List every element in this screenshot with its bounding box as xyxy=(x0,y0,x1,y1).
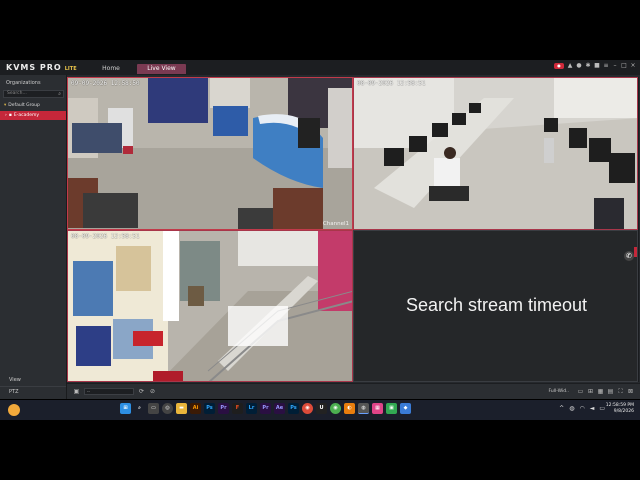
photoshop-icon[interactable]: Ps xyxy=(204,403,215,414)
taskbar-apps: ⊞ ⌕ ▭ ◎ ▬ Ai Ps Pr F Lr Pr Ae Ps ◉ U ◉ ◐… xyxy=(120,403,411,414)
tree-group-default[interactable]: ▾ Default Group xyxy=(4,101,40,109)
maximize-icon[interactable]: □ xyxy=(621,63,627,69)
chrome-2-icon[interactable]: ◉ xyxy=(302,403,313,414)
tab-home[interactable]: Home xyxy=(95,64,127,74)
user-icon[interactable]: ● xyxy=(576,63,582,69)
alarm-badge-icon[interactable]: ● xyxy=(554,63,564,69)
refresh-icon[interactable]: ⟳ xyxy=(138,388,145,395)
logo-main: KVMS PRO xyxy=(6,63,62,72)
figma-icon[interactable]: F xyxy=(232,403,243,414)
expand-arrow-icon: › xyxy=(5,113,7,118)
search-placeholder: Search... xyxy=(7,91,27,96)
kvms-icon[interactable]: ◍ xyxy=(358,403,369,414)
app-logo: KVMS PRO LITE xyxy=(6,63,77,73)
sidebar-divider xyxy=(0,386,66,387)
stream-type-select[interactable]: Full-Wid.. xyxy=(549,389,569,394)
layout-9-icon[interactable]: ▦ xyxy=(597,388,604,395)
menu-icon[interactable]: ≡ xyxy=(603,63,609,69)
layout-1-icon[interactable]: ▭ xyxy=(577,388,584,395)
microphone-icon[interactable]: ◍ xyxy=(569,405,574,412)
layout-custom-icon[interactable]: ▤ xyxy=(607,388,614,395)
logo-sub: LITE xyxy=(64,66,77,72)
premiere-icon[interactable]: Pr xyxy=(218,403,229,414)
windows-taskbar: ⊞ ⌕ ▭ ◎ ▬ Ai Ps Pr F Lr Pr Ae Ps ◉ U ◉ ◐… xyxy=(0,400,640,420)
system-tray: ^ ◍ ◠ ◄ ▭ xyxy=(559,405,605,412)
illustrator-icon[interactable]: Ai xyxy=(190,403,201,414)
chrome-icon[interactable]: ◎ xyxy=(162,403,173,414)
bell-icon[interactable]: ▲ xyxy=(567,63,573,69)
organizations-title: Organizations xyxy=(6,80,41,86)
device-icon: ▪ xyxy=(8,113,12,118)
tab-live-view[interactable]: Live View xyxy=(137,64,186,74)
taskbar-clock[interactable]: 12:58:59 PM 9/8/2026 xyxy=(606,403,634,415)
organization-search-input[interactable]: Search... ⌕ xyxy=(3,90,64,98)
unreal-icon[interactable]: U xyxy=(316,403,327,414)
ptz-panel-label[interactable]: PTZ xyxy=(9,389,19,395)
search-icon[interactable]: ⌕ xyxy=(134,403,145,414)
tile-3-timestamp: 08-09-2026 12:58:51 xyxy=(71,233,140,240)
tile-1-channel: Channel1 xyxy=(322,221,349,227)
video-tile-1[interactable]: 09-09-2026 12:58:50 Channel1 xyxy=(67,77,353,230)
file-explorer-icon[interactable]: ▬ xyxy=(176,403,187,414)
toolbar-right-group: Full-Wid.. ▭ ⊞ ▦ ▤ ⛶ ⊠ xyxy=(549,388,634,395)
app-pink-icon[interactable]: ▦ xyxy=(372,403,383,414)
clock-date: 9/8/2026 xyxy=(613,409,634,414)
chevron-up-icon[interactable]: ^ xyxy=(559,405,564,412)
camera-feed-reception xyxy=(68,78,352,229)
search-icon[interactable]: ⌕ xyxy=(58,91,61,97)
camera-feed-computer-lab xyxy=(354,78,637,229)
view-panel-label[interactable]: View xyxy=(9,377,21,383)
kvms-app-window: KVMS PRO LITE Home Live View ● ▲ ● ✱ ■ ≡… xyxy=(0,60,640,399)
tree-group-label: Default Group xyxy=(8,102,40,108)
photoshop-2-icon[interactable]: Ps xyxy=(288,403,299,414)
minimize-icon[interactable]: – xyxy=(612,63,618,69)
talk-icon[interactable]: ✆ xyxy=(624,251,634,261)
chrome-3-icon[interactable]: ◉ xyxy=(330,403,341,414)
tile-4-alarm-marker xyxy=(634,247,637,257)
lock-icon[interactable]: ■ xyxy=(594,63,600,69)
video-grid: 09-09-2026 12:58:50 Channel1 08-09-2026 … xyxy=(67,77,639,382)
tree-item-label: E-academy xyxy=(13,113,40,118)
video-tile-2[interactable]: 08-09-2026 12:58:51 xyxy=(353,77,638,230)
lightroom-icon[interactable]: Lr xyxy=(246,403,257,414)
wifi-icon[interactable]: ◠ xyxy=(579,405,584,412)
live-view-toolbar: ▣ -- ⟳ ⊘ Full-Wid.. ▭ ⊞ ▦ ▤ ⛶ ⊠ xyxy=(67,383,640,399)
premiere-2-icon[interactable]: Pr xyxy=(260,403,271,414)
window-controls: ● ▲ ● ✱ ■ ≡ – □ × xyxy=(554,63,636,69)
volume-icon[interactable]: ◄ xyxy=(590,405,595,412)
video-tile-4[interactable]: ✆ Search stream timeout xyxy=(353,230,638,382)
close-icon[interactable]: × xyxy=(630,63,636,69)
tree-item-e-academy[interactable]: › ▪ E-academy xyxy=(0,111,66,120)
app-green-icon[interactable]: ▣ xyxy=(386,403,397,414)
layout-4-icon[interactable]: ⊞ xyxy=(587,388,594,395)
app-blue-icon[interactable]: ◆ xyxy=(400,403,411,414)
video-tile-3[interactable]: 08-09-2026 12:58:51 xyxy=(67,230,353,382)
tile-1-timestamp: 09-09-2026 12:58:50 xyxy=(71,80,140,87)
desktop-screen: KVMS PRO LITE Home Live View ● ▲ ● ✱ ■ ≡… xyxy=(0,0,640,480)
view-select-value: -- xyxy=(87,389,90,394)
view-select[interactable]: -- xyxy=(84,388,134,395)
organization-sidebar: Organizations Search... ⌕ ▾ Default Grou… xyxy=(0,75,67,399)
start-icon[interactable]: ⊞ xyxy=(120,403,131,414)
stream-error-message: Search stream timeout xyxy=(405,295,588,315)
toolbar-left-group: ▣ -- ⟳ ⊘ xyxy=(73,388,156,395)
gear-icon[interactable]: ✱ xyxy=(585,63,591,69)
tile-2-timestamp: 08-09-2026 12:58:51 xyxy=(357,80,426,87)
battery-icon[interactable]: ▭ xyxy=(599,405,605,412)
task-view-icon[interactable]: ▭ xyxy=(148,403,159,414)
after-effects-icon[interactable]: Ae xyxy=(274,403,285,414)
blender-icon[interactable]: ◐ xyxy=(344,403,355,414)
save-layout-icon[interactable]: ▣ xyxy=(73,388,80,395)
weather-icon[interactable] xyxy=(8,404,20,416)
close-all-icon[interactable]: ⊠ xyxy=(627,388,634,395)
stop-all-icon[interactable]: ⊘ xyxy=(149,388,156,395)
folder-icon: ▾ xyxy=(4,102,7,108)
title-bar: KVMS PRO LITE Home Live View ● ▲ ● ✱ ■ ≡… xyxy=(0,60,640,75)
camera-feed-entrance xyxy=(68,231,352,381)
fullscreen-icon[interactable]: ⛶ xyxy=(617,388,624,395)
